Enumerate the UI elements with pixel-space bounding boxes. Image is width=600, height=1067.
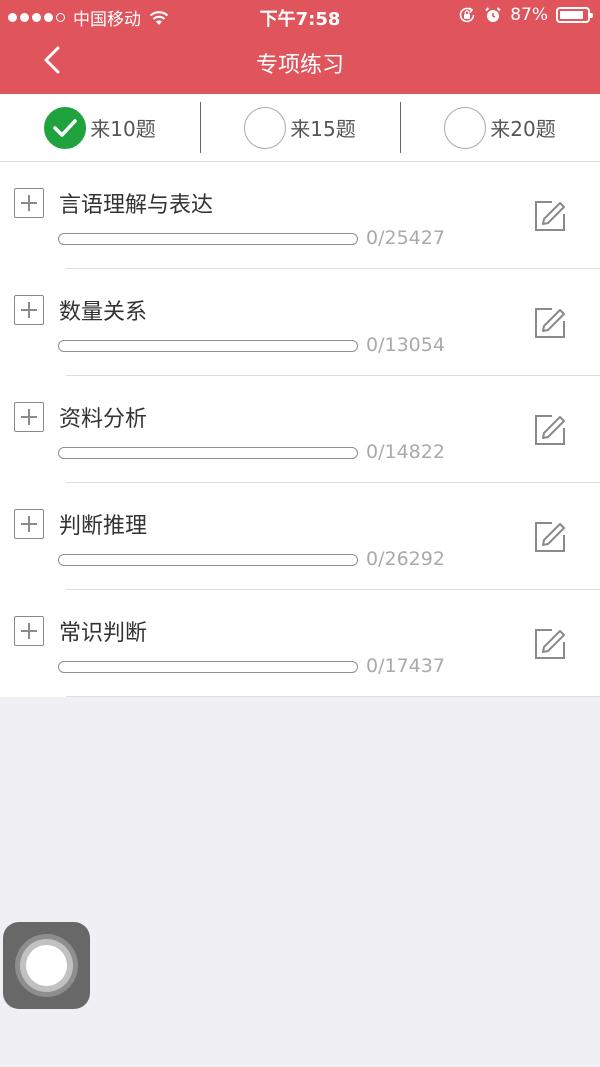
option-label: 来10题	[90, 117, 156, 141]
option-20-questions[interactable]: 来20题	[400, 94, 600, 161]
expand-plus-icon[interactable]	[14, 616, 44, 646]
edit-icon[interactable]	[533, 199, 567, 233]
question-count-selector: 来10题 来15题 来20题	[0, 94, 600, 162]
option-label: 来20题	[490, 117, 556, 141]
progress-count: 0/25427	[366, 227, 445, 249]
expand-plus-icon[interactable]	[14, 509, 44, 539]
expand-plus-icon[interactable]	[14, 188, 44, 218]
expand-plus-icon[interactable]	[14, 295, 44, 325]
battery-tip	[590, 13, 593, 18]
alarm-icon	[485, 7, 501, 22]
category-list: 言语理解与表达 0/25427 数量关系 0/13054 资料分析 0/1482…	[0, 162, 600, 697]
category-item-reasoning[interactable]: 判断推理 0/26292	[0, 483, 600, 590]
option-15-questions[interactable]: 来15题	[200, 94, 400, 161]
radio-unchecked-icon	[444, 106, 487, 149]
category-title: 言语理解与表达	[59, 193, 214, 218]
checkmark-icon	[53, 118, 78, 137]
battery-percent: 87%	[510, 5, 548, 25]
app-header: 中国移动 下午7:58 87% 专项练习	[0, 0, 600, 94]
category-title: 常识判断	[59, 621, 148, 646]
battery-icon	[556, 7, 593, 23]
option-10-questions[interactable]: 来10题	[0, 94, 200, 161]
radio-unchecked-icon	[244, 106, 287, 149]
progress-bar	[58, 554, 358, 566]
category-item-general-knowledge[interactable]: 常识判断 0/17437	[0, 590, 600, 697]
orientation-lock-icon	[459, 7, 475, 23]
progress-bar	[58, 661, 358, 673]
progress-bar	[58, 340, 358, 352]
progress-count: 0/14822	[366, 441, 445, 463]
assistive-touch-button[interactable]	[3, 922, 90, 1009]
category-item-data-analysis[interactable]: 资料分析 0/14822	[0, 376, 600, 483]
edit-icon[interactable]	[533, 520, 567, 554]
edit-icon[interactable]	[533, 306, 567, 340]
battery-level	[560, 11, 583, 19]
category-item-quantitative[interactable]: 数量关系 0/13054	[0, 269, 600, 376]
edit-icon[interactable]	[533, 627, 567, 661]
category-item-verbal[interactable]: 言语理解与表达 0/25427	[0, 162, 600, 269]
option-label: 来15题	[290, 117, 356, 141]
expand-plus-icon[interactable]	[14, 402, 44, 432]
category-title: 判断推理	[59, 514, 148, 539]
radio-checked-icon	[44, 106, 87, 149]
assistive-touch-core	[26, 945, 67, 986]
progress-bar	[58, 233, 358, 245]
progress-count: 0/13054	[366, 334, 445, 356]
progress-count: 0/26292	[366, 548, 445, 570]
progress-bar	[58, 447, 358, 459]
progress-count: 0/17437	[366, 655, 445, 677]
page-title: 专项练习	[255, 53, 344, 78]
edit-icon[interactable]	[533, 413, 567, 447]
category-title: 资料分析	[59, 407, 148, 432]
category-title: 数量关系	[59, 300, 148, 325]
status-right: 87%	[458, 5, 593, 25]
status-bar: 中国移动 下午7:58 87%	[0, 0, 600, 30]
